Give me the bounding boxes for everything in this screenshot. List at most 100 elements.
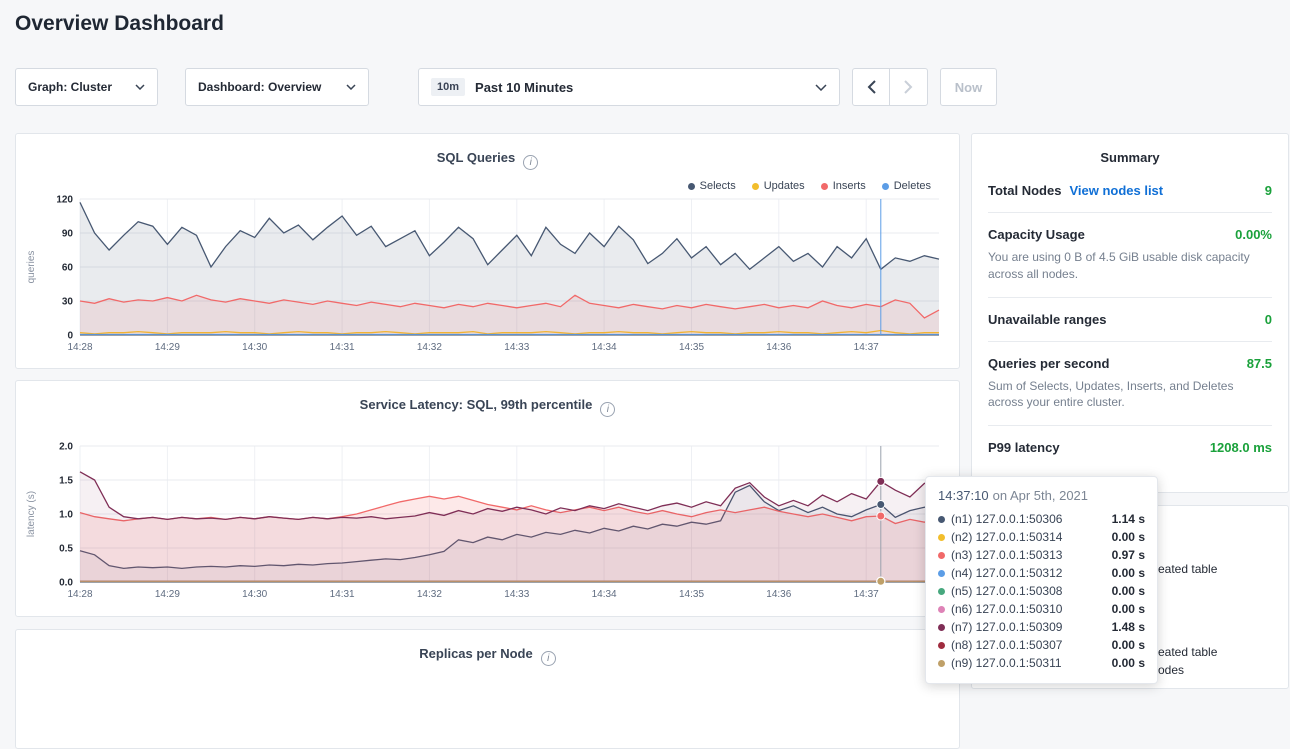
summary-value: 9 <box>1265 183 1272 198</box>
tooltip-node-label: (n6) 127.0.0.1:50310 <box>951 602 1062 616</box>
sql-queries-panel: SQL Queriesi SelectsUpdatesInsertsDelete… <box>15 133 960 369</box>
now-button[interactable]: Now <box>940 68 997 106</box>
node-color-dot <box>938 624 945 631</box>
tooltip-node-label: (n3) 127.0.0.1:50313 <box>951 548 1062 562</box>
node-color-dot <box>938 642 945 649</box>
replicas-per-node-title: Replicas per Node <box>419 646 532 661</box>
time-next-button[interactable] <box>889 68 928 106</box>
summary-title: Summary <box>972 134 1288 175</box>
tooltip-node-row: (n7) 127.0.0.1:50309 1.48 s <box>938 618 1145 636</box>
svg-text:2.0: 2.0 <box>59 442 73 453</box>
event-item-fragment: odes <box>1158 663 1184 677</box>
time-range-badge: 10m <box>431 78 465 96</box>
svg-text:14:37: 14:37 <box>854 342 879 353</box>
service-latency-panel: Service Latency: SQL, 99th percentile i 1… <box>15 380 960 617</box>
tooltip-node-value: 0.00 s <box>1112 566 1145 580</box>
time-range-dropdown[interactable]: 10m Past 10 Minutes <box>418 68 840 106</box>
sql-queries-chart[interactable]: 14:2814:2914:3014:3114:3214:3314:3414:35… <box>22 191 955 360</box>
svg-text:1.0: 1.0 <box>59 510 73 521</box>
service-latency-header: Service Latency: SQL, 99th percentile i <box>16 397 959 417</box>
node-color-dot <box>938 606 945 613</box>
sql-queries-header: SQL Queriesi <box>16 150 959 170</box>
tooltip-node-row: (n5) 127.0.0.1:503080.00 s <box>938 582 1145 600</box>
tooltip-node-row: (n8) 127.0.0.1:503070.00 s <box>938 636 1145 654</box>
graph-dropdown[interactable]: Graph: Cluster <box>15 68 158 106</box>
svg-text:1.5: 1.5 <box>59 476 73 487</box>
tooltip-timestamp: 14:37:10on Apr 5th, 2021 <box>938 488 1145 503</box>
summary-value: 0.00% <box>1235 227 1272 242</box>
page-title: Overview Dashboard <box>15 12 224 36</box>
svg-text:14:32: 14:32 <box>417 342 442 353</box>
time-range-label: Past 10 Minutes <box>475 80 573 95</box>
summary-row-capacity-usage: Capacity Usage 0.00% You are using 0 B o… <box>988 212 1272 297</box>
dashboard-dropdown[interactable]: Dashboard: Overview <box>185 68 369 106</box>
node-color-dot <box>938 516 945 523</box>
svg-text:14:33: 14:33 <box>504 342 529 353</box>
svg-text:14:29: 14:29 <box>155 342 180 353</box>
node-color-dot <box>938 588 945 595</box>
info-icon[interactable]: i <box>523 155 538 170</box>
svg-text:14:31: 14:31 <box>330 342 355 353</box>
info-icon[interactable]: i <box>600 402 615 417</box>
svg-text:14:30: 14:30 <box>242 342 267 353</box>
svg-text:14:32: 14:32 <box>417 589 442 600</box>
summary-row-total-nodes: Total Nodes View nodes list 9 <box>988 175 1272 212</box>
service-latency-chart[interactable]: 14:2814:2914:3014:3114:3214:3314:3414:35… <box>22 438 955 607</box>
svg-text:14:30: 14:30 <box>242 589 267 600</box>
service-latency-title: Service Latency: SQL, 99th percentile <box>360 397 593 412</box>
legend-dot <box>688 183 695 190</box>
summary-value: 1208.0 ms <box>1210 440 1272 455</box>
time-prev-button[interactable] <box>852 68 891 106</box>
summary-label: Total Nodes <box>988 183 1061 198</box>
dashboard-dropdown-label: Dashboard: Overview <box>198 80 321 94</box>
tooltip-node-row: (n1) 127.0.0.1:50306 1.14 s <box>938 510 1145 528</box>
tooltip-node-value: 0.00 s <box>1112 656 1145 670</box>
graph-dropdown-label: Graph: Cluster <box>28 80 112 94</box>
svg-text:90: 90 <box>62 229 74 240</box>
svg-text:14:36: 14:36 <box>766 342 791 353</box>
info-icon[interactable]: i <box>541 651 556 666</box>
node-color-dot <box>938 534 945 541</box>
svg-text:120: 120 <box>56 195 73 206</box>
svg-text:queries: queries <box>26 251 37 284</box>
sql-queries-plot: 14:2814:2914:3014:3114:3214:3314:3414:35… <box>22 191 955 355</box>
chevron-down-icon <box>346 84 356 90</box>
tooltip-node-label: (n4) 127.0.0.1:50312 <box>951 566 1062 580</box>
svg-text:14:31: 14:31 <box>330 589 355 600</box>
legend-dot <box>821 183 828 190</box>
service-latency-plot: 14:2814:2914:3014:3114:3214:3314:3414:35… <box>22 438 955 602</box>
svg-text:0: 0 <box>67 331 73 342</box>
svg-text:14:37: 14:37 <box>854 589 879 600</box>
chevron-right-icon <box>904 80 913 94</box>
tooltip-node-value: 1.14 s <box>1112 512 1145 526</box>
view-nodes-link[interactable]: View nodes list <box>1069 183 1163 198</box>
tooltip-node-label: (n7) 127.0.0.1:50309 <box>951 620 1062 634</box>
summary-subtext: Sum of Selects, Updates, Inserts, and De… <box>988 378 1272 412</box>
tooltip-node-value: 0.00 s <box>1112 584 1145 598</box>
summary-row-p99-latency: P99 latency 1208.0 ms <box>988 425 1272 469</box>
summary-label: Capacity Usage <box>988 227 1085 242</box>
svg-text:14:29: 14:29 <box>155 589 180 600</box>
tooltip-node-label: (n8) 127.0.0.1:50307 <box>951 638 1062 652</box>
tooltip-node-label: (n1) 127.0.0.1:50306 <box>951 512 1062 526</box>
svg-text:14:35: 14:35 <box>679 589 704 600</box>
svg-text:14:36: 14:36 <box>766 589 791 600</box>
crosshair-dot <box>877 501 885 509</box>
svg-text:14:34: 14:34 <box>592 589 617 600</box>
tooltip-date: on Apr 5th, 2021 <box>993 488 1088 503</box>
event-item-fragment: eated table <box>1158 562 1217 576</box>
summary-label: Queries per second <box>988 356 1109 371</box>
legend-dot <box>752 183 759 190</box>
svg-text:30: 30 <box>62 297 74 308</box>
svg-text:60: 60 <box>62 263 74 274</box>
chevron-down-icon <box>135 84 145 90</box>
tooltip-node-value: 1.48 s <box>1112 620 1145 634</box>
svg-text:0.5: 0.5 <box>59 544 73 555</box>
summary-subtext: You are using 0 B of 4.5 GiB usable disk… <box>988 249 1272 283</box>
svg-text:0.0: 0.0 <box>59 578 73 589</box>
tooltip-node-row: (n2) 127.0.0.1:503140.00 s <box>938 528 1145 546</box>
tooltip-node-row: (n6) 127.0.0.1:503100.00 s <box>938 600 1145 618</box>
summary-value: 87.5 <box>1247 356 1272 371</box>
crosshair-dot <box>877 477 885 485</box>
series-area <box>80 472 939 582</box>
